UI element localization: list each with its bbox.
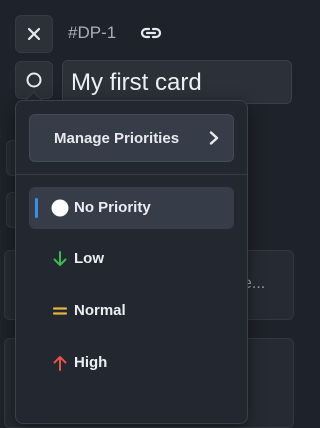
card-id: #DP-1 [68,23,117,42]
menu-divider [16,174,247,175]
priority-label: Low [74,250,104,267]
priority-item-low[interactable]: Low [29,238,234,280]
priority-label: High [74,354,108,371]
manage-priorities-label: Manage Priorities [54,130,180,147]
close-icon [27,27,41,41]
priority-item-no-priority[interactable]: No Priority [29,187,234,229]
priority-item-high[interactable]: High [29,342,234,384]
arrow-down-icon [53,251,67,266]
card-title-field[interactable]: My first card [62,60,292,104]
priority-item-normal[interactable]: Normal [29,290,234,332]
selection-indicator [35,198,38,218]
chevron-right-icon [209,131,219,145]
priority-label: No Priority [74,199,151,216]
priority-menu: Manage Priorities No Priority Low Normal… [15,100,248,424]
card-title: My first card [71,69,202,96]
arrow-up-icon [53,356,67,371]
white-circle-icon [51,199,69,217]
equals-icon [52,307,68,315]
link-icon[interactable] [140,24,162,42]
manage-priorities-button[interactable]: Manage Priorities [29,114,234,162]
close-button[interactable] [15,15,53,53]
circle-icon [26,72,42,88]
priority-label: Normal [74,302,126,319]
